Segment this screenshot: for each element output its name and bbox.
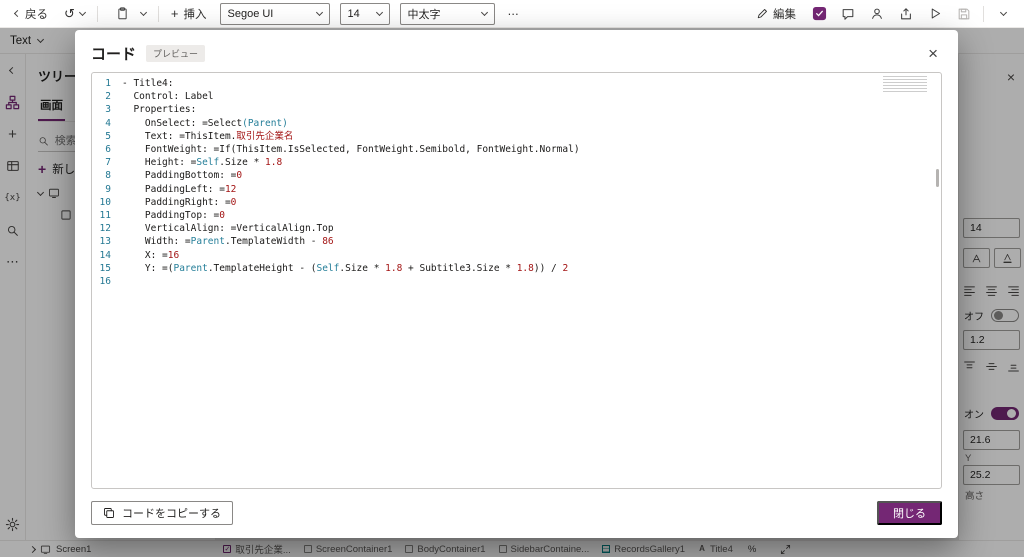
dialog-footer: コードをコピーする 閉じる: [91, 501, 942, 525]
font-size-dropdown[interactable]: 14: [339, 2, 390, 25]
close-icon[interactable]: ×: [924, 45, 942, 62]
app-checker-icon[interactable]: [806, 2, 832, 26]
code-line: 11 PaddingTop: =0: [99, 210, 225, 222]
undo-icon: ↺: [64, 5, 75, 21]
code-dialog: コード プレビュー × 1- Title4: 2 Control: Label 3 …: [75, 30, 958, 538]
command-bar: 戻る ↺ + 挿入 Segoe UI 14 中太字 ⋯ 編集: [0, 0, 1024, 28]
copy-icon: [103, 507, 115, 519]
insert-label: 挿入: [183, 8, 207, 21]
divider: [983, 5, 984, 22]
more-chevron-icon[interactable]: [990, 2, 1016, 26]
paste-button[interactable]: [103, 2, 153, 26]
back-label: 戻る: [25, 8, 48, 21]
code-line: 1- Title4:: [105, 78, 174, 89]
chevron-down-icon: [375, 8, 383, 17]
more-icon: ⋯: [507, 8, 520, 21]
pencil-icon: [756, 8, 768, 20]
share-icon[interactable]: [893, 2, 919, 26]
more-commands-button[interactable]: ⋯: [501, 2, 527, 26]
code-line: 14 X: =16: [99, 249, 180, 261]
preview-play-icon[interactable]: [922, 2, 948, 26]
undo-button[interactable]: ↺: [57, 2, 92, 26]
font-family-value: Segoe UI: [227, 7, 274, 20]
dialog-title: コード: [91, 46, 137, 63]
close-button[interactable]: 閉じる: [877, 501, 942, 525]
copy-code-label: コードをコピーする: [122, 508, 221, 520]
code-line: 5 Text: =ThisItem.取引先企業名: [105, 130, 294, 142]
font-family-dropdown[interactable]: Segoe UI: [219, 2, 330, 25]
code-lines: 1- Title4: 2 Control: Label 3 Properties: 4…: [92, 77, 941, 288]
scrollbar-thumb[interactable]: [936, 169, 939, 187]
code-line: 12 VerticalAlign: =VerticalAlign.Top: [99, 223, 334, 235]
coauthors-icon[interactable]: [864, 2, 890, 26]
code-line: 10 PaddingRight: =0: [99, 196, 237, 208]
code-line: 15 Y: =(Parent.TemplateHeight - (Self.Si…: [99, 262, 569, 274]
code-line: 16: [99, 276, 111, 288]
code-line: 2 Control: Label: [105, 91, 214, 103]
code-line: 3 Properties:: [105, 104, 197, 116]
chevron-down-icon: [480, 8, 488, 17]
preview-badge: プレビュー: [146, 45, 206, 62]
chevron-left-icon: [13, 9, 22, 18]
code-line: 6 FontWeight: =If(ThisItem.IsSelected, F…: [105, 144, 580, 156]
chevron-down-icon: [315, 8, 323, 17]
minimap[interactable]: [883, 76, 927, 93]
dialog-header: コード プレビュー ×: [91, 43, 942, 64]
divider: [157, 5, 159, 22]
copy-code-button[interactable]: コードをコピーする: [91, 501, 233, 525]
clipboard-icon: [110, 2, 136, 26]
close-button-label: 閉じる: [893, 508, 926, 520]
font-weight-dropdown[interactable]: 中太字: [399, 2, 495, 25]
code-line: 9 PaddingLeft: =12: [105, 183, 237, 195]
edit-button[interactable]: 編集: [749, 2, 803, 26]
code-line: 7 Height: =Self.Size * 1.8: [105, 157, 283, 169]
plus-icon: +: [170, 6, 179, 21]
comments-icon[interactable]: [835, 2, 861, 26]
code-line: 8 PaddingBottom: =0: [105, 170, 243, 182]
code-editor[interactable]: 1- Title4: 2 Control: Label 3 Properties: 4…: [91, 72, 942, 489]
code-line: 4 OnSelect: =Select(Parent): [105, 117, 288, 129]
chevron-down-icon: [139, 8, 147, 17]
insert-button[interactable]: + 挿入: [164, 2, 214, 26]
back-button[interactable]: 戻る: [8, 2, 55, 26]
save-icon[interactable]: [951, 2, 977, 26]
edit-label: 編集: [773, 8, 796, 21]
font-size-value: 14: [347, 7, 360, 20]
chevron-down-icon: [78, 8, 86, 17]
divider: [96, 5, 98, 22]
font-weight-value: 中太字: [407, 8, 441, 21]
code-line: 13 Width: =Parent.TemplateWidth - 86: [99, 236, 334, 248]
